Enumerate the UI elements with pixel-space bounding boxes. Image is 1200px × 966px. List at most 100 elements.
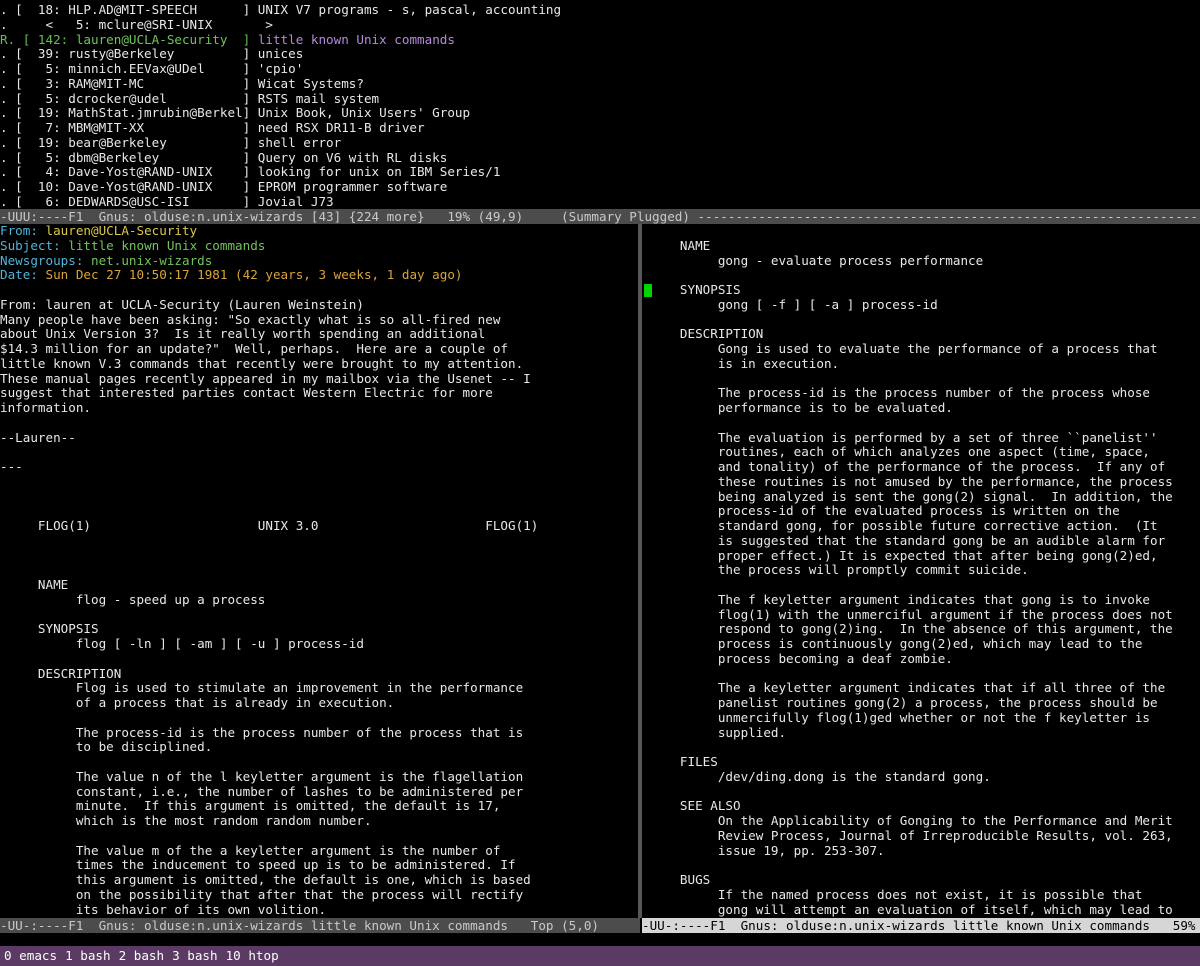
manpage-line: BUGS [642, 873, 711, 887]
summary-line-current[interactable]: R. [ 142: lauren@UCLA-Security ] little … [0, 32, 1200, 48]
tmux-window-2[interactable]: 2 bash [115, 946, 169, 966]
summary-line[interactable]: . < 5: mclure@SRI-UNIX > [0, 18, 1200, 33]
manpage-line: process-id of the evaluated process is w… [642, 504, 1120, 519]
article-line: to be disciplined. [0, 740, 213, 755]
tmux-window-3[interactable]: 3 bash [168, 946, 222, 966]
article-line: flog - speed up a process [0, 592, 266, 607]
summary-line[interactable]: . [ 4: Dave-Yost@RAND-UNIX ] looking for… [0, 165, 1200, 180]
tmux-window-0[interactable]: 0 emacs [0, 946, 61, 966]
header-subject-label: Subject: [0, 238, 69, 253]
article-line: NAME [0, 578, 69, 592]
manpage-line: NAME [642, 238, 711, 253]
manpage-line [642, 224, 1200, 239]
article-line: From: lauren at UCLA-Security (Lauren We… [0, 297, 364, 312]
header-date-value: Sun Dec 27 10:50:17 1981 (42 years, 3 we… [45, 268, 463, 283]
manpage-line: The a keyletter argument indicates that … [642, 681, 1166, 696]
article-line: --Lauren-- [0, 430, 76, 445]
summary-line[interactable]: . [ 7: MBM@MIT-XX ] need RSX DR11-B driv… [0, 121, 1200, 136]
article-line [0, 534, 638, 549]
article-line: --- [0, 460, 23, 474]
header-from: From: lauren@UCLA-Security [0, 224, 638, 239]
manpage-line [642, 313, 1200, 328]
summary-current-author: lauren@UCLA-Security [75, 32, 243, 48]
header-newsgroups-label: Newsgroups: [0, 253, 91, 268]
summary-line[interactable]: . [ 18: HLP.AD@MIT-SPEECH ] UNIX V7 prog… [0, 3, 1200, 18]
summary-line[interactable]: . [ 10: Dave-Yost@RAND-UNIX ] EPROM prog… [0, 180, 1200, 195]
article-line: which is the most random random number. [0, 814, 372, 828]
manpage-line: The process-id is the process number of … [642, 386, 1150, 401]
summary-line[interactable]: . [ 19: bear@Berkeley ] shell error [0, 136, 1200, 151]
summary-line[interactable]: . [ 3: RAM@MIT-MC ] Wicat Systems? [0, 77, 1200, 92]
article-line: The process-id is the process number of … [0, 725, 524, 740]
article-line: Many people have been asking: "So exactl… [0, 312, 501, 327]
article-line: suggest that interested parties contact … [0, 386, 493, 401]
article-line [0, 490, 638, 505]
article-buffer[interactable]: From: lauren@UCLA-Security Subject: litt… [0, 224, 638, 918]
article-line: FLOG(1) UNIX 3.0 FLOG(1) [0, 519, 539, 533]
summary-line[interactable]: . [ 6: DEDWARDS@USC-ISI ] Jovial J73 [0, 195, 1200, 210]
manpage-line: gong will attempt an evaluation of itsel… [642, 902, 1173, 917]
article-line [0, 563, 638, 578]
manpage-line [642, 372, 1200, 387]
manpage-line: issue 19, pp. 253-307. [642, 843, 885, 858]
manpage-line: The f keyletter argument indicates that … [642, 592, 1150, 607]
header-subject: Subject: little known Unix commands [0, 239, 638, 254]
article-line: $14.3 million for an update?" Well, perh… [0, 342, 508, 356]
manpage-line [642, 268, 1200, 283]
article-line [0, 652, 638, 667]
article-line [0, 755, 638, 770]
manpage-line [642, 740, 1200, 755]
article-line: minute. If this argument is omitted, the… [0, 799, 501, 814]
header-newsgroups: Newsgroups: net.unix-wizards [0, 254, 638, 269]
manpage-line: panelist routines gong(2) a process, the… [642, 696, 1158, 710]
article-line: The value m of the a keyletter argument … [0, 843, 501, 858]
manpage-buffer[interactable]: NAME gong - evaluate process performance… [642, 224, 1200, 918]
article-body: From: lauren at UCLA-Security (Lauren We… [0, 283, 638, 917]
article-line [0, 445, 638, 460]
article-line [0, 549, 638, 564]
summary-line[interactable]: . [ 5: minnich.EEVax@UDel ] 'cpio' [0, 62, 1200, 77]
manpage-line: respond to gong(2)ing. In the absence of… [642, 622, 1173, 637]
manpage-line [642, 667, 1200, 682]
summary-line[interactable]: . [ 5: dbm@Berkeley ] Query on V6 with R… [0, 151, 1200, 166]
header-newsgroups-value: net.unix-wizards [91, 253, 213, 268]
manpage-line: On the Applicability of Gonging to the P… [642, 814, 1173, 828]
manpage-line: is suggested that the standard gong be a… [642, 533, 1166, 548]
summary-line[interactable]: . [ 5: dcrocker@udel ] RSTS mail system [0, 92, 1200, 107]
tmux-window-1[interactable]: 1 bash [61, 946, 115, 966]
article-line: constant, i.e., the number of lashes to … [0, 784, 524, 799]
summary-current-mark: R. [ 142: [0, 32, 76, 47]
article-line [0, 475, 638, 490]
manpage-line: standard gong, for possible future corre… [642, 519, 1158, 533]
summary-line[interactable]: . [ 19: MathStat.jmrubin@Berkel] Unix Bo… [0, 106, 1200, 121]
manpage-line: The evaluation is performed by a set of … [642, 430, 1158, 445]
tmux-window-4[interactable]: 10 htop [222, 946, 283, 966]
manpage-line: routines, each of which analyzes one asp… [642, 445, 1150, 460]
article-line [0, 608, 638, 623]
manpage-line: process is continuously gong(2)ed, which… [642, 637, 1143, 651]
manpage-line: the process will promptly commit suicide… [642, 563, 1029, 578]
manpage-line: Review Process, Journal of Irreproducibl… [642, 828, 1173, 843]
article-line: on the possibility that after that the p… [0, 887, 524, 902]
header-date: Date: Sun Dec 27 10:50:17 1981 (42 years… [0, 268, 638, 283]
article-line: flog [ -ln ] [ -am ] [ -u ] process-id [0, 637, 364, 651]
article-line: times the inducement to speed up is to b… [0, 858, 516, 873]
manpage-line: FILES [642, 755, 718, 769]
summary-current-bracket: ] [242, 32, 258, 47]
manpage-line: being analyzed is sent the gong(2) signa… [642, 489, 1173, 504]
article-line: These manual pages recently appeared in … [0, 371, 531, 386]
manpage-line: SEE ALSO [642, 799, 741, 814]
manpage-line: proper effect.) It is expected that afte… [642, 548, 1158, 563]
summary-line[interactable]: . [ 39: rusty@Berkeley ] unices [0, 47, 1200, 62]
header-date-label: Date: [0, 268, 46, 283]
article-line: about Unix Version 3? Is it really worth… [0, 327, 486, 342]
manpage-line: Gong is used to evaluate the performance… [642, 342, 1158, 356]
manpage-line [642, 416, 1200, 431]
manpage-line: If the named process does not exist, it … [642, 887, 1143, 902]
manpage-line: /dev/ding.dong is the standard gong. [642, 769, 991, 784]
manpage-line: is in execution. [642, 356, 840, 371]
text-cursor [644, 284, 652, 297]
summary-buffer[interactable]: . [ 18: HLP.AD@MIT-SPEECH ] UNIX V7 prog… [0, 3, 1200, 210]
article-line: DESCRIPTION [0, 666, 122, 681]
tmux-status-bar: 0 emacs 1 bash 2 bash 3 bash 10 htop [0, 946, 1200, 966]
